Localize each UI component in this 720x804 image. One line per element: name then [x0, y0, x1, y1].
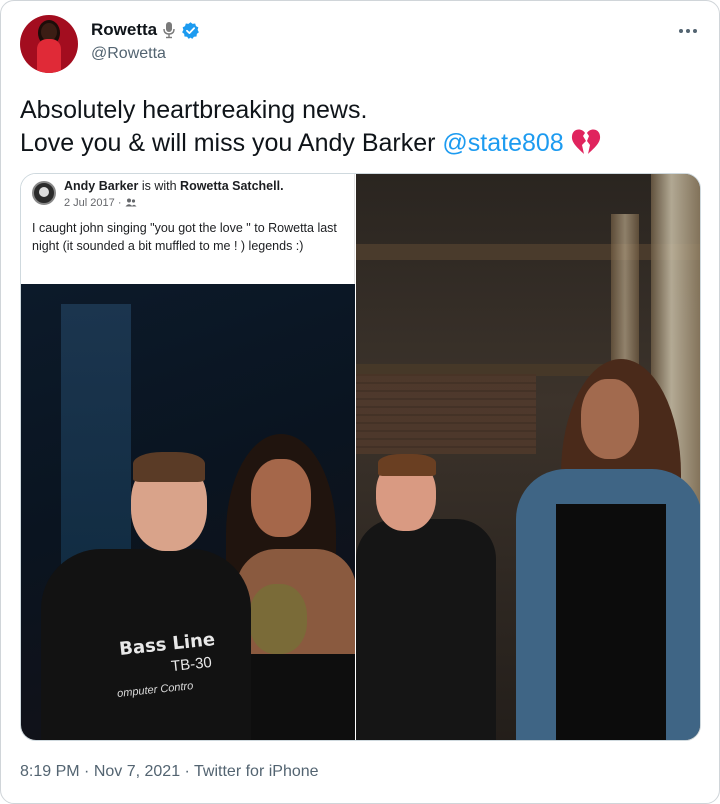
- man-jacket: [356, 519, 496, 740]
- fb-author-name: Andy Barker: [64, 179, 139, 193]
- facebook-post-screenshot: Andy Barker is with Rowetta Satchell. 2 …: [21, 174, 355, 284]
- tweet-source: Twitter for iPhone: [194, 763, 319, 780]
- woman-dress: [241, 654, 355, 740]
- broken-heart-icon: [571, 129, 600, 154]
- meta-separator: ·: [79, 763, 94, 780]
- microphone-icon: [163, 22, 175, 39]
- tweet-date[interactable]: Nov 7, 2021: [94, 763, 180, 780]
- media-photo-right[interactable]: [356, 174, 700, 740]
- woman-face: [251, 459, 311, 537]
- meta-separator: ·: [180, 763, 195, 780]
- man-hair: [378, 454, 436, 476]
- avatar-dress: [37, 39, 61, 73]
- tweet-line-2: Love you & will miss you Andy Barker @st…: [20, 127, 700, 160]
- fb-post-date: 2 Jul 2017 ·: [64, 197, 137, 209]
- man-hair: [133, 452, 205, 482]
- more-icon[interactable]: [673, 23, 703, 39]
- tweet-media[interactable]: Andy Barker is with Rowetta Satchell. 2 …: [20, 173, 701, 741]
- tweet-metadata: 8:19 PM · Nov 7, 2021 · Twitter for iPho…: [20, 763, 319, 781]
- tweet-card: Rowetta @Rowetta Absolutely heartbreakin…: [0, 0, 720, 804]
- tweet-text: Absolutely heartbreaking news. Love you …: [20, 94, 700, 160]
- verified-badge-icon: [182, 21, 200, 39]
- club-photo: Bass Line TB-30 omputer Contro: [21, 284, 355, 740]
- friends-icon: [125, 198, 137, 207]
- black-dress: [556, 504, 666, 740]
- mention-link[interactable]: @state808: [442, 129, 563, 157]
- author-name-row: Rowetta: [91, 20, 200, 40]
- more-dot: [693, 29, 697, 33]
- media-photo-left[interactable]: Andy Barker is with Rowetta Satchell. 2 …: [21, 174, 355, 740]
- tweet-time[interactable]: 8:19 PM: [20, 763, 80, 780]
- fb-post-body: I caught john singing "you got the love …: [32, 221, 337, 253]
- more-dot: [686, 29, 690, 33]
- more-dot: [679, 29, 683, 33]
- fb-with-text: is with: [141, 179, 177, 193]
- author-display-name[interactable]: Rowetta: [91, 20, 157, 40]
- teddy-bear: [249, 584, 307, 654]
- brick-wall: [356, 374, 536, 454]
- fb-tagged-name: Rowetta Satchell.: [180, 179, 284, 193]
- woman-face: [581, 379, 639, 459]
- photo-light: [61, 304, 131, 584]
- fb-post-header: Andy Barker is with Rowetta Satchell.: [64, 179, 284, 193]
- ceiling-beam: [356, 244, 700, 260]
- author-avatar[interactable]: [20, 15, 78, 73]
- tweet-line-2-text: Love you & will miss you Andy Barker: [20, 129, 436, 157]
- author-handle[interactable]: @Rowetta: [91, 45, 166, 63]
- tweet-line-1: Absolutely heartbreaking news.: [20, 96, 368, 124]
- fb-date-text: 2 Jul 2017 ·: [64, 197, 122, 209]
- fb-author-avatar: [32, 181, 56, 205]
